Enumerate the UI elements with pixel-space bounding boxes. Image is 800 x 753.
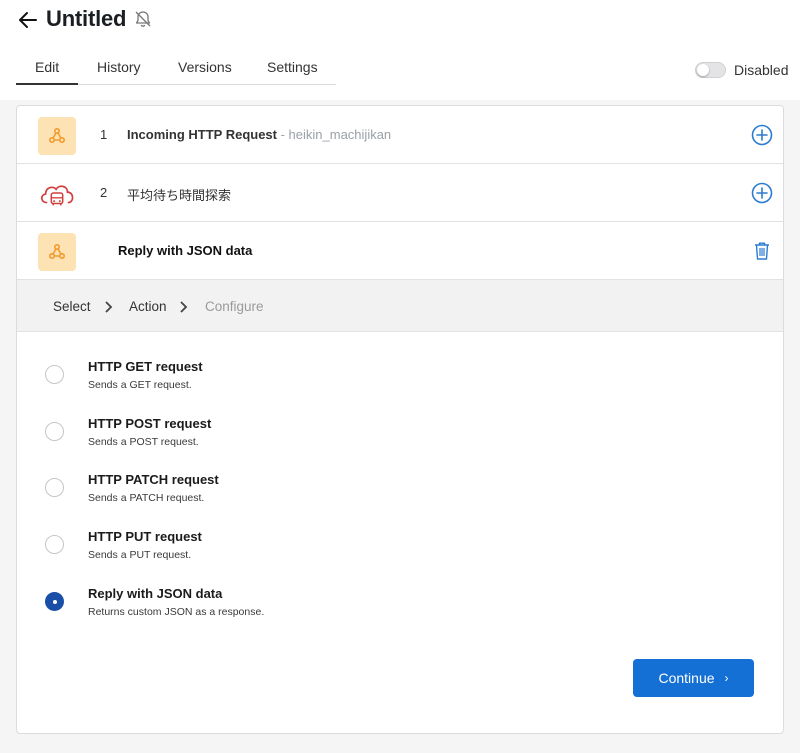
step-subtitle: - heikin_machijikan <box>277 127 392 142</box>
cloud-bus-icon <box>38 175 76 213</box>
option-title: HTTP PUT request <box>88 529 202 544</box>
option-reply-json[interactable]: Reply with JSON data Returns custom JSON… <box>45 586 745 626</box>
radio-button[interactable] <box>45 535 64 554</box>
active-tab-indicator <box>16 83 78 85</box>
radio-button[interactable] <box>45 365 64 384</box>
radio-button-checked[interactable] <box>45 592 64 611</box>
chevron-right-icon: › <box>724 671 729 685</box>
option-description: Sends a GET request. <box>88 379 192 391</box>
option-http-get[interactable]: HTTP GET request Sends a GET request. <box>45 359 745 399</box>
step-title: Reply with JSON data <box>118 243 253 258</box>
workflow-panel: 1 Incoming HTTP Request - heikin_machiji… <box>16 105 784 734</box>
option-description: Sends a PUT request. <box>88 549 192 561</box>
step-number: 2 <box>100 185 108 200</box>
tab-versions[interactable]: Versions <box>178 59 232 75</box>
tab-edit[interactable]: Edit <box>35 59 59 75</box>
toggle-label: Disabled <box>734 62 789 78</box>
tab-settings[interactable]: Settings <box>267 59 318 75</box>
breadcrumb-select[interactable]: Select <box>53 299 91 314</box>
continue-label: Continue <box>658 670 715 686</box>
option-title: HTTP PATCH request <box>88 472 219 487</box>
page-header: Untitled Edit History Versions Settings … <box>0 0 800 100</box>
option-title: HTTP GET request <box>88 359 203 374</box>
option-description: Sends a PATCH request. <box>88 492 205 504</box>
step-row-2[interactable]: 2 平均待ち時間探索 <box>17 164 783 222</box>
webhook-icon <box>38 117 76 155</box>
option-http-post[interactable]: HTTP POST request Sends a POST request. <box>45 416 745 456</box>
chevron-right-icon <box>105 301 113 313</box>
breadcrumb: Select Action Configure <box>17 280 783 332</box>
breadcrumb-action[interactable]: Action <box>129 299 167 314</box>
tab-bar: Edit History Versions Settings <box>16 52 336 85</box>
step-number: 1 <box>100 127 108 142</box>
toggle-knob <box>697 64 709 76</box>
radio-button[interactable] <box>45 478 64 497</box>
bell-muted-icon[interactable] <box>133 9 153 29</box>
breadcrumb-configure: Configure <box>205 299 264 314</box>
step-title: Incoming HTTP Request - heikin_machijika… <box>127 127 391 142</box>
webhook-icon <box>38 233 76 271</box>
back-arrow-icon[interactable] <box>16 8 40 32</box>
option-description: Returns custom JSON as a response. <box>88 606 265 618</box>
enable-toggle[interactable]: Disabled <box>695 60 788 80</box>
step-title: 平均待ち時間探索 <box>127 188 232 203</box>
page-title: Untitled <box>46 6 127 31</box>
add-step-icon[interactable] <box>751 182 773 204</box>
option-http-patch[interactable]: HTTP PATCH request Sends a PATCH request… <box>45 472 745 512</box>
tab-history[interactable]: History <box>97 59 141 75</box>
option-title: Reply with JSON data <box>88 586 223 601</box>
trash-icon[interactable] <box>753 241 771 261</box>
step-title-text: Incoming HTTP Request <box>127 127 277 142</box>
option-description: Sends a POST request. <box>88 436 199 448</box>
chevron-right-icon <box>180 301 188 313</box>
step-row-3[interactable]: Reply with JSON data <box>17 222 783 280</box>
step-row-1[interactable]: 1 Incoming HTTP Request - heikin_machiji… <box>17 106 783 164</box>
option-title: HTTP POST request <box>88 416 212 431</box>
add-step-icon[interactable] <box>751 124 773 146</box>
toggle-switch[interactable] <box>695 62 726 78</box>
continue-button[interactable]: Continue › <box>633 659 754 697</box>
option-http-put[interactable]: HTTP PUT request Sends a PUT request. <box>45 529 745 569</box>
radio-button[interactable] <box>45 422 64 441</box>
